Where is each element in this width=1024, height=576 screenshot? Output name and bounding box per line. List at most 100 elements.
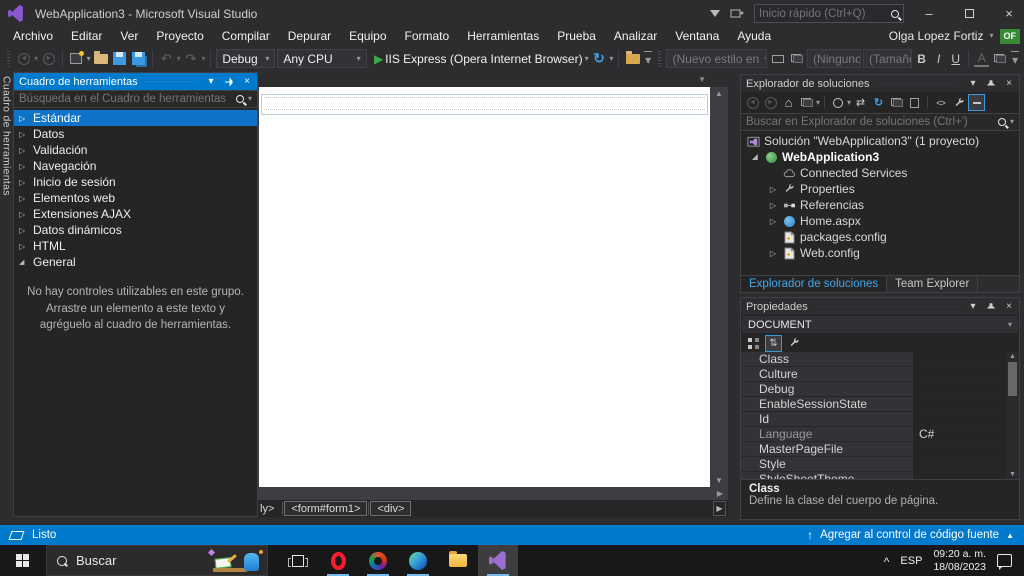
tab-list-dropdown-icon[interactable]: ▼ — [698, 75, 706, 84]
style-application-icon[interactable] — [788, 48, 805, 69]
start-button[interactable] — [0, 545, 46, 576]
toolbox-search-caret-icon[interactable]: ▾ — [248, 95, 252, 103]
task-view-button[interactable] — [278, 545, 318, 576]
property-row[interactable]: EnableSessionState — [741, 397, 1019, 412]
undo-caret-icon[interactable]: ▾ — [177, 55, 181, 63]
menu-analizar[interactable]: Analizar — [605, 27, 666, 45]
formatting-toolbar-grip[interactable] — [658, 51, 661, 67]
feedback-filter-icon[interactable] — [710, 10, 720, 17]
se-preview-selected-icon[interactable] — [968, 94, 985, 111]
tree-row-references[interactable]: ▷ Referencias — [741, 197, 1019, 213]
property-row[interactable]: LanguageC# — [741, 427, 1019, 442]
quick-launch-box[interactable] — [754, 4, 904, 23]
property-row[interactable]: MasterPageFile — [741, 442, 1019, 457]
notification-center-icon[interactable] — [997, 554, 1012, 567]
solution-explorer-header[interactable]: Explorador de soluciones ▾ × — [741, 75, 1019, 92]
save-all-icon[interactable] — [130, 48, 147, 69]
solution-platform-combo[interactable]: Any CPU▾ — [277, 49, 366, 68]
scrollbar-thumb[interactable] — [1008, 362, 1017, 396]
menu-ver[interactable]: Ver — [111, 27, 147, 45]
se-back-icon[interactable]: ◄ — [744, 94, 761, 111]
browse-with-icon[interactable] — [624, 48, 641, 69]
panel-splitter[interactable] — [728, 72, 740, 525]
property-row[interactable]: StyleSheetTheme — [741, 472, 1019, 479]
se-forward-icon[interactable]: ► — [762, 94, 779, 111]
property-row[interactable]: Culture — [741, 367, 1019, 382]
send-feedback-icon[interactable] — [730, 8, 744, 20]
toolbox-pin-icon[interactable] — [222, 75, 236, 89]
se-pending-changes-icon[interactable] — [829, 94, 846, 111]
paragraph-format-combo[interactable]: (Ninguno)▾ — [807, 49, 861, 68]
toolbox-close-icon[interactable]: × — [240, 75, 254, 89]
se-refresh-icon[interactable]: ↻ — [870, 94, 887, 111]
expander-icon[interactable]: ▷ — [768, 217, 778, 226]
se-switch-views-icon[interactable] — [798, 94, 815, 111]
toolbox-category-html[interactable]: ▷HTML — [14, 238, 257, 254]
undo-icon[interactable]: ↶ — [158, 48, 175, 69]
minimize-button[interactable]: – — [914, 1, 944, 26]
tree-row-packages-config[interactable]: packages.config — [741, 229, 1019, 245]
new-project-caret-icon[interactable]: ▾ — [87, 55, 91, 63]
expander-icon[interactable]: ▷ — [768, 185, 778, 194]
highlight-color-icon[interactable] — [991, 48, 1008, 69]
expander-icon[interactable]: ▷ — [19, 130, 27, 139]
close-button[interactable]: × — [994, 1, 1024, 26]
target-rule-combo[interactable]: (Nuevo estilo en▾ — [666, 49, 767, 68]
toolbox-autohide-tab[interactable]: Cuadro de herramientas — [1, 76, 13, 525]
se-switch-views-caret-icon[interactable]: ▾ — [816, 99, 820, 107]
editor-horizontal-scrollbar[interactable]: ▶ — [258, 487, 728, 500]
tag-div[interactable]: <div> — [370, 501, 411, 516]
underline-button[interactable]: U — [948, 49, 963, 69]
bold-button[interactable]: B — [914, 49, 929, 69]
tag-body[interactable]: ly> — [258, 501, 281, 516]
toolbox-search-input[interactable] — [19, 93, 232, 105]
user-avatar-badge[interactable]: OF — [1000, 29, 1021, 44]
properties-header[interactable]: Propiedades ▾ × — [741, 298, 1019, 315]
se-sync-icon[interactable]: ⇄ — [852, 94, 869, 111]
show-overlay-glyphs-icon[interactable] — [769, 48, 786, 69]
menu-depurar[interactable]: Depurar — [279, 27, 340, 45]
expander-icon[interactable]: ▷ — [19, 178, 27, 187]
solution-explorer-window-position-icon[interactable]: ▾ — [966, 77, 980, 91]
se-collapse-all-icon[interactable] — [888, 94, 905, 111]
show-hidden-icons-chevron[interactable]: ^ — [884, 555, 890, 569]
expander-icon[interactable]: ▷ — [19, 226, 27, 235]
tree-row-web-config[interactable]: ▷ Web.config — [741, 245, 1019, 261]
tree-row-project[interactable]: ◢ WebApplication3 — [741, 149, 1019, 165]
toolbox-category-inicio-sesion[interactable]: ▷Inicio de sesión — [14, 174, 257, 190]
taskbar-edge[interactable] — [398, 545, 438, 576]
toolbox-category-general[interactable]: ◢General — [14, 254, 257, 270]
events-wrench-icon[interactable] — [785, 335, 802, 352]
navigate-back-icon[interactable]: ◄ — [15, 48, 32, 69]
toolbox-category-datos[interactable]: ▷Datos — [14, 126, 257, 142]
expander-icon[interactable]: ◢ — [19, 258, 27, 266]
toolbox-category-elementos-web[interactable]: ▷Elementos web — [14, 190, 257, 206]
form-outline[interactable] — [261, 94, 708, 115]
solution-explorer-close-icon[interactable]: × — [1002, 77, 1016, 91]
taskbar-microsoft365[interactable] — [358, 545, 398, 576]
object-selector-combo[interactable]: DOCUMENT ▾ — [742, 316, 1018, 333]
menu-ayuda[interactable]: Ayuda — [728, 27, 780, 45]
toolbox-category-datos-dinamicos[interactable]: ▷Datos dinámicos — [14, 222, 257, 238]
expander-icon[interactable]: ▷ — [19, 146, 27, 155]
solution-explorer-pin-icon[interactable] — [984, 77, 998, 91]
navigate-back-caret-icon[interactable]: ▾ — [34, 55, 38, 63]
design-surface[interactable] — [258, 87, 710, 487]
user-menu-caret-icon[interactable]: ▾ — [989, 32, 993, 40]
solution-explorer-search-input[interactable] — [746, 116, 994, 128]
toolbar-grip[interactable] — [7, 51, 10, 67]
menu-proyecto[interactable]: Proyecto — [147, 27, 212, 45]
property-row[interactable]: Class — [741, 352, 1019, 367]
chevron-up-icon[interactable]: ▲ — [1006, 531, 1014, 540]
redo-icon[interactable]: ↷ — [183, 48, 200, 69]
toolbox-category-ajax[interactable]: ▷Extensiones AJAX — [14, 206, 257, 222]
property-grid-scrollbar[interactable]: ▲ ▼ — [1006, 352, 1019, 479]
start-debug-caret-icon[interactable]: ▾ — [585, 55, 589, 63]
toolbox-header[interactable]: Cuadro de herramientas ▾ × — [14, 73, 257, 90]
save-icon[interactable] — [111, 48, 128, 69]
menu-ventana[interactable]: Ventana — [666, 27, 728, 45]
start-debug-icon[interactable]: ▶ — [374, 52, 383, 66]
expander-icon[interactable]: ▷ — [768, 249, 778, 258]
menu-editar[interactable]: Editar — [62, 27, 111, 45]
se-properties-wrench-icon[interactable] — [950, 94, 967, 111]
